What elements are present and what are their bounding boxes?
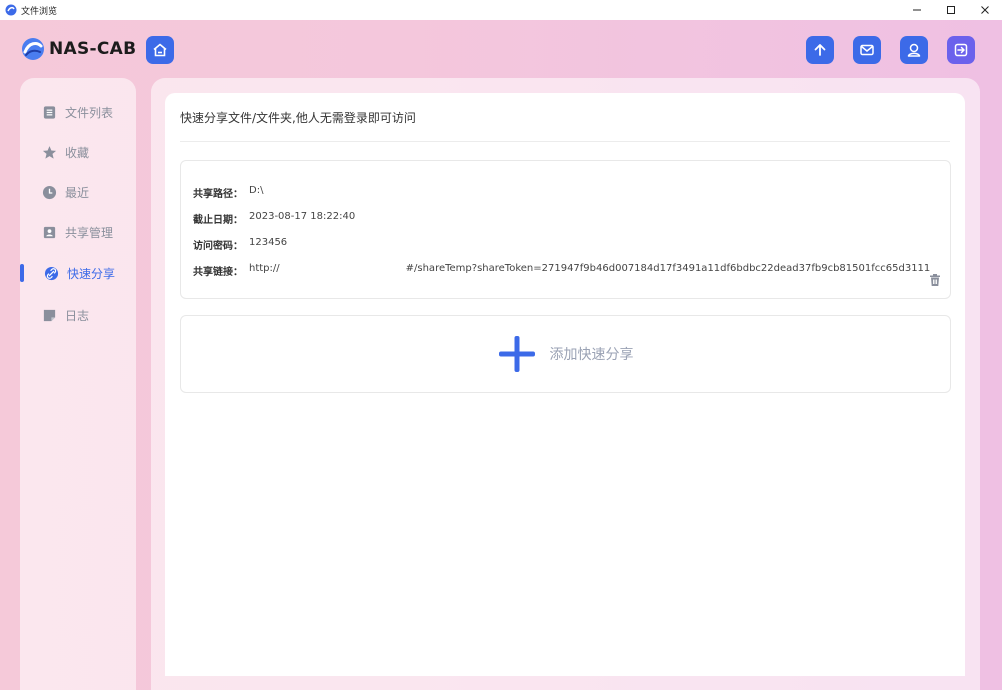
user-icon (907, 43, 921, 57)
expire-date-value: 2023-08-17 18:22:40 (249, 211, 356, 222)
clock-icon (42, 185, 56, 199)
upload-button[interactable] (806, 36, 834, 64)
maximize-button[interactable] (934, 0, 968, 20)
window-title: 文件浏览 (21, 6, 58, 17)
window-controls (900, 0, 1002, 20)
sidebar-item-favorites[interactable]: 收藏 (20, 140, 136, 164)
sidebar-item-label: 快速分享 (67, 266, 116, 281)
share-link-prefix[interactable]: http:// (249, 263, 280, 278)
file-list-icon (43, 105, 55, 119)
mail-icon (860, 44, 874, 56)
sidebar-item-label: 最近 (65, 185, 90, 200)
divider (180, 141, 950, 142)
star-icon (42, 145, 56, 159)
sidebar-item-quick-share[interactable]: 快速分享 (20, 261, 136, 285)
plus-icon (498, 336, 535, 372)
main-panel: 快速分享文件/文件夹,他人无需登录即可访问 共享路径： D:\ 截止日期： 20… (165, 93, 965, 676)
logo-text: NAS-CAB (49, 39, 137, 59)
expire-date-label: 截止日期： (193, 215, 243, 226)
sidebar-item-label: 文件列表 (65, 105, 114, 120)
sidebar-item-recent[interactable]: 最近 (20, 180, 136, 204)
sidebar-item-log[interactable]: 日志 (20, 303, 136, 327)
logout-icon (954, 43, 968, 57)
share-link-label: 共享链接： (193, 267, 243, 278)
app-logo-icon (5, 4, 17, 16)
sidebar-item-label: 共享管理 (65, 225, 114, 240)
sidebar-item-label: 收藏 (65, 145, 90, 160)
sidebar-item-share-management[interactable]: 共享管理 (20, 220, 136, 244)
user-share-icon (43, 226, 55, 238)
app-logo: NAS-CAB (20, 36, 136, 62)
sidebar-item-label: 日志 (65, 308, 90, 323)
minimize-button[interactable] (900, 0, 934, 20)
trash-icon[interactable] (928, 273, 942, 287)
page-description: 快速分享文件/文件夹,他人无需登录即可访问 (180, 111, 416, 125)
share-path-label: 共享路径： (193, 189, 243, 200)
sidebar-item-file-list[interactable]: 文件列表 (20, 100, 136, 124)
add-quick-share-button[interactable]: 添加快速分享 (180, 315, 951, 393)
access-password-value: 123456 (249, 237, 288, 248)
add-quick-share-label: 添加快速分享 (549, 347, 634, 363)
access-password-label: 访问密码： (193, 241, 243, 252)
home-icon (153, 43, 167, 57)
share-card: 共享路径： D:\ 截止日期： 2023-08-17 18:22:40 访问密码… (180, 160, 951, 299)
nas-cab-logo-icon (22, 38, 44, 60)
maximize-icon (947, 6, 955, 14)
minimize-icon (913, 9, 921, 11)
share-link-token[interactable]: #/shareTemp?shareToken=271947f9b46d00718… (406, 263, 931, 278)
title-bar: 文件浏览 (0, 0, 1002, 20)
message-button[interactable] (853, 36, 881, 64)
expire-date-row: 截止日期： 2023-08-17 18:22:40 (193, 211, 355, 226)
logout-button[interactable] (947, 36, 975, 64)
home-button[interactable] (146, 36, 174, 64)
access-password-row: 访问密码： 123456 (193, 237, 287, 252)
close-button[interactable] (968, 0, 1002, 20)
upload-arrow-icon (814, 44, 826, 56)
close-icon (981, 6, 989, 14)
active-nav-indicator (20, 264, 24, 282)
share-path-row: 共享路径： D:\ (193, 185, 263, 200)
user-button[interactable] (900, 36, 928, 64)
share-link-row: 共享链接： http:// #/shareTemp?shareToken=271… (193, 263, 930, 278)
sidebar: 文件列表 收藏 最近 共享管理 快速分享 日志 (20, 78, 136, 690)
note-icon (43, 309, 55, 321)
link-icon (44, 266, 58, 280)
share-path-value: D:\ (249, 185, 264, 196)
